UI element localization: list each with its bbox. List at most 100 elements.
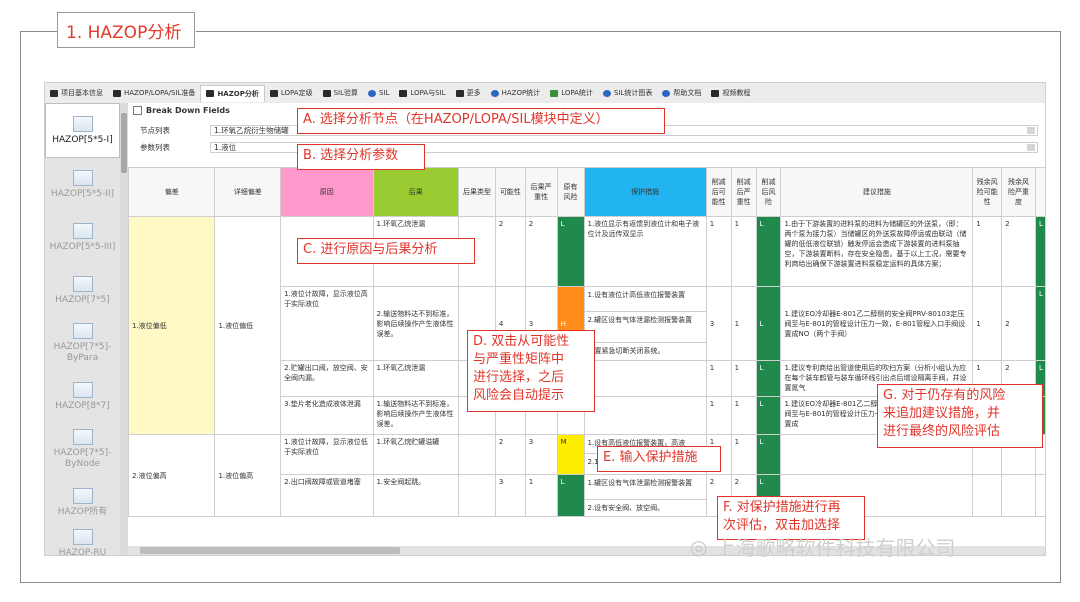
reduced-severity-cell[interactable]: 1 bbox=[730, 286, 757, 361]
sidebar-item-hazop-8x7[interactable]: HAZOP[8*7] bbox=[45, 370, 120, 423]
scrollbar-thumb[interactable] bbox=[121, 113, 127, 173]
sidebar-item-hazop-5x5-ii[interactable]: HAZOP[5*5-II] bbox=[45, 158, 120, 211]
conseq-type-cell[interactable] bbox=[458, 474, 496, 517]
consequence-cell[interactable]: 1.安全阀起跳。 bbox=[372, 474, 460, 517]
col-header[interactable]: 偏差 bbox=[127, 167, 216, 217]
reduced-severity-cell[interactable]: 1 bbox=[730, 396, 757, 435]
reduced-likelihood-cell[interactable]: 1 bbox=[705, 396, 732, 435]
sidebar-item-hazop-all[interactable]: HAZOP所有 bbox=[45, 476, 120, 529]
col-header[interactable]: 可能性 bbox=[494, 167, 526, 217]
protection-item[interactable]: 1.罐区设有气体泄漏检测报警装置 bbox=[585, 476, 706, 500]
protection-cell[interactable]: 1.罐区设有气体泄漏检测报警装置 2.设有安全阀、放空阀。 bbox=[583, 474, 707, 517]
severity-cell[interactable]: 1 bbox=[524, 474, 558, 517]
col-header[interactable]: 原因 bbox=[280, 167, 374, 217]
chevron-down-icon[interactable] bbox=[1027, 127, 1035, 134]
likelihood-cell[interactable]: 2 bbox=[494, 216, 526, 287]
tab-more[interactable]: 更多 bbox=[451, 85, 486, 101]
cause-cell[interactable]: 3.垫片老化造成液体泄漏 bbox=[280, 396, 374, 435]
reduced-risk-cell[interactable]: L bbox=[755, 434, 782, 475]
suggestion-cell[interactable]: 1.由于下游装置的进料泵的进料为储罐区的外送泵，（即：两个泵为接力泵）当储罐区的… bbox=[780, 216, 974, 287]
col-header[interactable]: 残余风险严重度 bbox=[1001, 167, 1036, 217]
chevron-down-icon[interactable] bbox=[1027, 144, 1035, 151]
reduced-severity-cell[interactable]: 1 bbox=[730, 434, 757, 475]
protection-item[interactable]: 2.设有安全阀、放空阀。 bbox=[585, 500, 705, 516]
cause-cell[interactable]: 2.出口阀故障或管道堵塞 bbox=[280, 474, 374, 517]
col-header[interactable]: 保护措施 bbox=[583, 167, 707, 217]
col-header[interactable]: 建议措施 bbox=[780, 167, 974, 217]
tab-project-info[interactable]: 项目基本信息 bbox=[45, 85, 108, 101]
col-header[interactable]: 削减后严重性 bbox=[730, 167, 757, 217]
cause-cell[interactable]: 1.液位计故障，显示液位高于实际液位 bbox=[280, 286, 374, 361]
tab-hazop-prep[interactable]: HAZOP/LOPA/SIL准备 bbox=[108, 85, 200, 101]
residual-likelihood-cell[interactable]: 1 bbox=[972, 286, 1003, 361]
cause-cell[interactable]: 1.液位计故障，显示液位低于实际液位 bbox=[280, 434, 374, 475]
tab-video[interactable]: 视频教程 bbox=[706, 85, 755, 101]
protection-cell[interactable] bbox=[583, 396, 707, 435]
reduced-likelihood-cell[interactable]: 1 bbox=[705, 216, 732, 287]
risk-cell[interactable]: M bbox=[556, 434, 585, 475]
tab-lopa-rating[interactable]: LOPA定级 bbox=[265, 85, 318, 101]
reduced-likelihood-cell[interactable]: 3 bbox=[705, 286, 732, 361]
protection-item[interactable]: 2.罐区设有气体泄漏检测报警装置 bbox=[585, 312, 706, 343]
risk-cell[interactable]: L bbox=[556, 474, 585, 517]
sidebar-item-hazop-7x5-bypara[interactable]: HAZOP[7*5]-ByPara bbox=[45, 317, 120, 370]
residual-risk-cell[interactable]: L bbox=[1034, 216, 1045, 287]
sidebar-item-hazop-ru[interactable]: HAZOP-RU bbox=[45, 529, 120, 555]
sidebar-item-hazop-7x5-bynode[interactable]: HAZOP[7*5]-ByNode bbox=[45, 423, 120, 476]
col-header[interactable]: 后果严重性 bbox=[524, 167, 558, 217]
severity-cell[interactable]: 2 bbox=[524, 216, 558, 287]
sidebar-scrollbar[interactable] bbox=[120, 103, 128, 555]
consequence-cell[interactable]: 1.环氧乙烷泄漏 bbox=[372, 360, 460, 397]
tab-sil-charts[interactable]: SIL统计图表 bbox=[598, 85, 657, 101]
reduced-risk-cell[interactable]: L bbox=[755, 396, 782, 435]
tab-hazop-stats[interactable]: HAZOP统计 bbox=[486, 85, 546, 101]
protection-item[interactable]: 设置紧急切断关闭系统。 bbox=[585, 343, 705, 359]
col-header[interactable]: 削减后可能性 bbox=[705, 167, 732, 217]
residual-severity-cell[interactable] bbox=[1001, 474, 1036, 517]
likelihood-cell[interactable]: 2 bbox=[494, 434, 526, 475]
detail-deviation-cell[interactable]: 1.液位偏高 bbox=[214, 434, 282, 517]
col-header[interactable]: 削减后风险 bbox=[755, 167, 782, 217]
consequence-cell[interactable]: 1.输送物料达不到标准，影响后续操作产生液体性误差。 bbox=[372, 396, 460, 435]
protection-cell[interactable]: 1.液位显示有返馈到液位计和电子液位计及远传双显示 bbox=[583, 216, 707, 287]
suggestion-cell[interactable]: 1.建议EO冷却器E-801乙二醇侧的安全阀PRV-80103定压阀至与E-80… bbox=[780, 286, 974, 361]
consequence-cell[interactable]: 2.输送物料达不到标准，影响后续操作产生液体性误差。 bbox=[372, 286, 460, 361]
reduced-risk-cell[interactable]: L bbox=[755, 216, 782, 287]
tab-sil[interactable]: SIL bbox=[363, 85, 394, 101]
residual-risk-cell[interactable]: L bbox=[1034, 286, 1045, 361]
reduced-risk-cell[interactable]: L bbox=[755, 360, 782, 397]
residual-likelihood-cell[interactable] bbox=[972, 474, 1003, 517]
protection-item[interactable]: 1.设有液位计高低液位报警装置 bbox=[585, 288, 706, 312]
col-header[interactable]: 原有风险 bbox=[556, 167, 585, 217]
likelihood-cell[interactable]: 3 bbox=[494, 474, 526, 517]
sidebar-item-hazop-5x5-iii[interactable]: HAZOP[5*5-III] bbox=[45, 211, 120, 264]
deviation-cell[interactable]: 2.液位偏高 bbox=[127, 434, 216, 517]
sidebar-item-hazop-7x5[interactable]: HAZOP[7*5] bbox=[45, 264, 120, 317]
reduced-severity-cell[interactable]: 1 bbox=[730, 216, 757, 287]
col-header[interactable]: 残余风险可能性 bbox=[972, 167, 1003, 217]
tab-sil-check[interactable]: SIL验算 bbox=[318, 85, 363, 101]
cause-cell[interactable]: 2.贮罐出口阀，放空阀、安全阀内漏。 bbox=[280, 360, 374, 397]
residual-risk-cell[interactable] bbox=[1034, 474, 1045, 517]
severity-cell[interactable]: 3 bbox=[524, 434, 558, 475]
tab-lopa-stats[interactable]: LOPA统计 bbox=[545, 85, 598, 101]
col-header[interactable]: 后果类型 bbox=[458, 167, 496, 217]
tab-help[interactable]: 帮助文档 bbox=[657, 85, 706, 101]
reduced-severity-cell[interactable]: 1 bbox=[730, 360, 757, 397]
reduced-risk-cell[interactable]: L bbox=[755, 286, 782, 361]
tab-hazop-analysis[interactable]: HAZOP分析 bbox=[200, 84, 265, 102]
protection-cell[interactable] bbox=[583, 360, 707, 397]
sidebar-item-hazop-5x5-i[interactable]: HAZOP[5*5-I] bbox=[45, 103, 120, 158]
deviation-cell[interactable]: 1.液位偏低 bbox=[127, 216, 216, 435]
breakdown-fields-header[interactable]: Break Down Fields bbox=[133, 106, 230, 115]
protection-cell[interactable]: 1.设有液位计高低液位报警装置 2.罐区设有气体泄漏检测报警装置 设置紧急切断关… bbox=[583, 286, 707, 361]
tab-lopa-sil[interactable]: LOPA与SIL bbox=[394, 85, 450, 101]
conseq-type-cell[interactable] bbox=[458, 434, 496, 475]
residual-severity-cell[interactable]: 2 bbox=[1001, 216, 1036, 287]
col-header[interactable]: 后果 bbox=[372, 167, 460, 217]
detail-deviation-cell[interactable]: 1.液位偏低 bbox=[214, 216, 282, 435]
scrollbar-thumb[interactable] bbox=[140, 547, 400, 554]
residual-likelihood-cell[interactable]: 1 bbox=[972, 216, 1003, 287]
residual-severity-cell[interactable]: 2 bbox=[1001, 286, 1036, 361]
consequence-cell[interactable]: 1.环氧乙烷贮罐溢罐 bbox=[372, 434, 460, 475]
